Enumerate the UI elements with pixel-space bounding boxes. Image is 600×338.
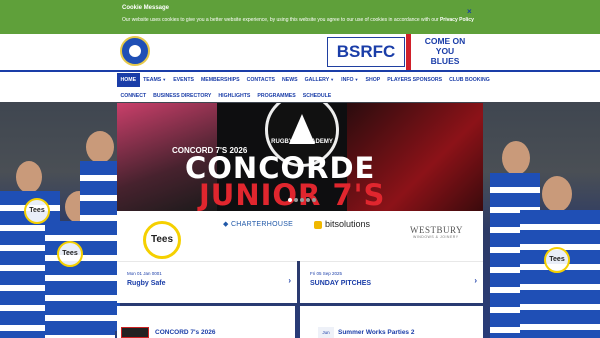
slogan-line: COME ON xyxy=(424,36,466,46)
nav-item-players-sponsors[interactable]: PLAYERS SPONSORS xyxy=(384,73,446,87)
sponsor-charterhouse[interactable]: ◆ CHARTERHOUSE xyxy=(223,220,293,228)
sponsor-badge: Tees xyxy=(24,198,50,224)
slider-dot[interactable] xyxy=(306,198,310,202)
news-title[interactable]: SUNDAY PITCHES xyxy=(310,280,371,287)
cookie-banner: Cookie Message Our website uses cookies … xyxy=(0,0,600,34)
club-logo[interactable] xyxy=(120,36,150,66)
site-header xyxy=(0,34,600,70)
event-title[interactable]: CONCORD 7's 2026 xyxy=(155,329,215,336)
cookie-text: Our website uses cookies to give you a b… xyxy=(122,17,474,23)
nav-label: GALLERY xyxy=(304,77,330,83)
close-icon[interactable]: × xyxy=(467,7,472,16)
slider-dots xyxy=(288,198,316,202)
main-nav: HOME TEAMS▼ EVENTS MEMBERSHIPS CONTACTS … xyxy=(0,70,600,102)
slogan-line: YOU xyxy=(435,46,455,56)
nav-item-events[interactable]: EVENTS xyxy=(170,73,198,87)
nav-row-secondary: CONNECT BUSINESS DIRECTORY HIGHLIGHTS PR… xyxy=(117,89,335,103)
nav-item-home[interactable]: HOME xyxy=(117,73,140,87)
bitsolutions-icon xyxy=(314,221,322,229)
nav-label: INFO xyxy=(341,77,354,83)
slogan: COME ON YOU BLUES xyxy=(416,35,474,66)
nav-item-business-directory[interactable]: BUSINESS DIRECTORY xyxy=(150,89,215,103)
chevron-right-icon[interactable]: › xyxy=(474,276,477,285)
news-date: Mon 01 Jan 0001 xyxy=(127,271,162,276)
nav-item-highlights[interactable]: HIGHLIGHTS xyxy=(215,89,254,103)
cookie-message: Our website uses cookies to give you a b… xyxy=(122,17,439,23)
event-date: Jun xyxy=(318,327,334,338)
news-card[interactable]: Fri 05 Sep 2025 SUNDAY PITCHES › xyxy=(300,261,483,303)
slider-dot[interactable] xyxy=(288,198,292,202)
slider-dot[interactable] xyxy=(312,198,316,202)
nav-item-news[interactable]: NEWS xyxy=(279,73,302,87)
nav-row-primary: HOME TEAMS▼ EVENTS MEMBERSHIPS CONTACTS … xyxy=(117,73,493,87)
news-title[interactable]: Rugby Safe xyxy=(127,280,166,287)
chevron-down-icon: ▼ xyxy=(162,77,167,82)
hero-slider[interactable]: RUGBY 7s ACADEMY CONCORD 7'S 2026 CONCOR… xyxy=(117,103,483,211)
sponsor-badge: Tees xyxy=(544,247,570,273)
brand-divider xyxy=(406,34,411,70)
brand-title[interactable]: BSRFC xyxy=(327,37,405,67)
nav-item-club-booking[interactable]: CLUB BOOKING xyxy=(446,73,494,87)
sponsor-label: CHARTERHOUSE xyxy=(230,221,294,228)
event-thumbnail xyxy=(121,327,149,338)
nav-item-programmes[interactable]: PROGRAMMES xyxy=(254,89,299,103)
slider-dot[interactable] xyxy=(300,198,304,202)
nav-item-shop[interactable]: SHOP xyxy=(362,73,384,87)
privacy-policy-link[interactable]: Privacy Policy xyxy=(440,17,474,23)
nav-label: TEAMS xyxy=(143,77,162,83)
event-title[interactable]: Summer Works Parties 2 xyxy=(338,329,414,336)
chevron-down-icon: ▼ xyxy=(330,77,335,82)
sponsor-westbury[interactable]: WESTBURY xyxy=(410,225,463,235)
event-panel[interactable]: Jun Summer Works Parties 2 xyxy=(300,306,483,338)
crest-text: RUGBY 7s ACADEMY xyxy=(271,139,333,145)
slogan-line: BLUES xyxy=(430,56,460,66)
nav-item-memberships[interactable]: MEMBERSHIPS xyxy=(197,73,243,87)
news-date: Fri 05 Sep 2025 xyxy=(310,271,343,276)
event-panel[interactable]: CONCORD 7's 2026 xyxy=(117,306,295,338)
sponsor-westbury-sub: WINDOWS & JOINERY xyxy=(413,235,459,239)
news-card[interactable]: Mon 01 Jan 0001 Rugby Safe › xyxy=(117,261,297,303)
nav-item-contacts[interactable]: CONTACTS xyxy=(243,73,278,87)
sponsor-strip: Tees ◆ CHARTERHOUSE bitsolutions WESTBUR… xyxy=(117,211,483,261)
sponsor-bitsolutions[interactable]: bitsolutions xyxy=(325,219,370,229)
slider-dot[interactable] xyxy=(294,198,298,202)
nav-item-schedule[interactable]: SCHEDULE xyxy=(299,89,335,103)
chevron-right-icon[interactable]: › xyxy=(288,276,291,285)
cookie-title: Cookie Message xyxy=(122,5,170,11)
player-figure xyxy=(80,131,120,331)
nav-item-teams[interactable]: TEAMS▼ xyxy=(140,73,170,87)
nav-item-gallery[interactable]: GALLERY▼ xyxy=(301,73,338,87)
nav-item-connect[interactable]: CONNECT xyxy=(117,89,150,103)
sponsor-tees[interactable]: Tees xyxy=(143,221,181,259)
sponsor-badge: Tees xyxy=(57,241,83,267)
chevron-down-icon: ▼ xyxy=(354,77,359,82)
hero-title-secondary: JUNIOR 7'S xyxy=(199,178,386,211)
nav-item-info[interactable]: INFO▼ xyxy=(338,73,362,87)
